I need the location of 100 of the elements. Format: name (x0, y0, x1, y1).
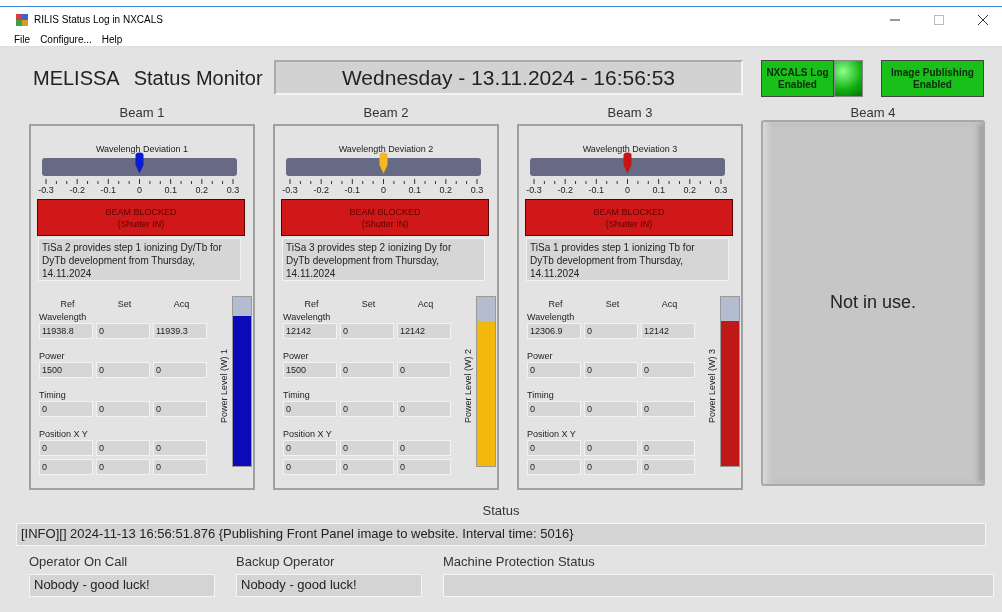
scale-label: 0.2 (683, 184, 697, 196)
value-field: 11938.8 (39, 323, 93, 339)
column-header: Ref (59, 298, 76, 310)
value-field: 0 (96, 459, 150, 475)
value-field: 0 (39, 401, 93, 417)
value-field: 1500 (283, 362, 337, 378)
power-label: Power Level (W) 3 (706, 349, 718, 424)
value-field: 0 (340, 323, 394, 339)
value-field: 1500 (39, 362, 93, 378)
scale-label: -0.3 (282, 184, 298, 196)
menu-item[interactable]: Help (101, 31, 123, 47)
menu-item[interactable]: Configure... (40, 31, 92, 47)
value-field: 0 (527, 440, 581, 456)
group-label: Position X Y (527, 428, 577, 440)
power-label: Power Level (W) 1 (218, 349, 230, 424)
group-label: Timing (283, 389, 311, 401)
value-field: 0 (584, 362, 638, 378)
beam-label: Beam 4 (850, 105, 896, 122)
slider-thumb[interactable] (379, 152, 388, 174)
value-field: 0 (584, 459, 638, 475)
value-field: 0 (153, 459, 207, 475)
group-label: Wavelength (39, 311, 88, 323)
toggle-button[interactable]: NXCALS Log Enabled (761, 60, 834, 97)
value-field: 0 (96, 440, 150, 456)
value-field: 12306.9 (527, 323, 581, 339)
column-header: Set (360, 298, 377, 310)
column-header: Acq (660, 298, 679, 310)
group-label: Power (39, 350, 66, 362)
value-field: 0 (397, 362, 451, 378)
value-field: 0 (153, 440, 207, 456)
app-title: MELISSA (33, 66, 120, 91)
slider-label: Wavelengh Deviation 1 (94, 143, 190, 155)
field-label: Backup Operator (236, 553, 336, 570)
value-field: 12142 (283, 323, 337, 339)
value-field: 0 (397, 440, 451, 456)
value-field: 0 (527, 401, 581, 417)
value-field: 0 (39, 459, 93, 475)
scale-label: 0 (381, 184, 386, 196)
app-icon (16, 13, 28, 26)
value-field: 0 (153, 362, 207, 378)
value-field: 0 (96, 401, 150, 417)
toggle-button[interactable]: Image Publishing Enabled (881, 60, 984, 97)
value-field: 0 (39, 440, 93, 456)
scale-label: -0.3 (526, 184, 542, 196)
value-field: 0 (340, 459, 394, 475)
scale-label: 0.3 (470, 184, 484, 196)
value-field: 0 (96, 323, 150, 339)
power-label: Power Level (W) 2 (462, 349, 474, 424)
slider-thumb[interactable] (623, 152, 632, 174)
scale-label: -0.1 (588, 184, 605, 196)
field-label: Operator On Call (29, 553, 129, 570)
value-field: 0 (340, 401, 394, 417)
scale-label: 0.2 (439, 184, 453, 196)
value-field: 0 (641, 440, 695, 456)
column-header: Set (116, 298, 133, 310)
value-field: 0 (283, 440, 337, 456)
value-field: 0 (527, 362, 581, 378)
status-field: [INFO][] 2024-11-13 16:56:51.876 {Publishing Front Panel image to website. Interval time: 5016} (16, 522, 986, 546)
value-field: 0 (397, 401, 451, 417)
scale-label: 0.1 (408, 184, 421, 196)
group-label: Wavelength (283, 311, 332, 323)
group-label: Position X Y (39, 428, 89, 440)
scale-label: -0.1 (344, 184, 361, 196)
value-field: 0 (641, 401, 695, 417)
scale-label: 0.3 (226, 184, 240, 196)
menu-item[interactable]: File (14, 31, 31, 47)
beam-label: Beam 1 (119, 105, 165, 122)
value-field: 0 (584, 401, 638, 417)
value-field: 0 (283, 401, 337, 417)
slider-thumb[interactable] (135, 152, 144, 174)
value-field: 0 (584, 440, 638, 456)
unused-panel: Not in use. (761, 120, 985, 486)
scale-label: 0.3 (714, 184, 728, 196)
column-header: Ref (547, 298, 564, 310)
value-field: 0 (527, 459, 581, 475)
scale-label: -0.3 (38, 184, 54, 196)
note-text: TiSa 3 provides step 2 ionizing Dy for DyTb development from Thursday, 14.11.2024 (282, 238, 485, 281)
value-field: 0 (340, 362, 394, 378)
scale-label: -0.2 (313, 184, 329, 196)
value-field: 0 (283, 459, 337, 475)
note-text: TiSa 1 provides step 1 ionizing Tb for DyTb development from Thursday, 14.11.2024 (526, 238, 729, 281)
value-field: 0 (641, 459, 695, 475)
value-field: 0 (153, 401, 207, 417)
status-label: Status (482, 502, 520, 520)
slider-label: Wavelength Deviation 3 (581, 143, 679, 155)
group-label: Power (527, 350, 554, 362)
beam-label: Beam 3 (607, 105, 653, 122)
app-subtitle: Status Monitor (133, 66, 263, 91)
scale-label: 0 (137, 184, 142, 196)
group-label: Wavelength (527, 311, 576, 323)
column-header: Acq (416, 298, 435, 310)
value-field: 0 (96, 362, 150, 378)
group-label: Power (283, 350, 310, 362)
scale-label: 0.1 (164, 184, 177, 196)
date-time-display: Wednesday - 13.11.2024 - 16:56:53 (274, 60, 743, 95)
field-label: Machine Protection Status (443, 553, 596, 570)
scale-label: 0 (625, 184, 630, 196)
slider-label: Wavelength Deviation 2 (337, 143, 435, 155)
value-field: 0 (584, 323, 638, 339)
column-header: Set (604, 298, 621, 310)
